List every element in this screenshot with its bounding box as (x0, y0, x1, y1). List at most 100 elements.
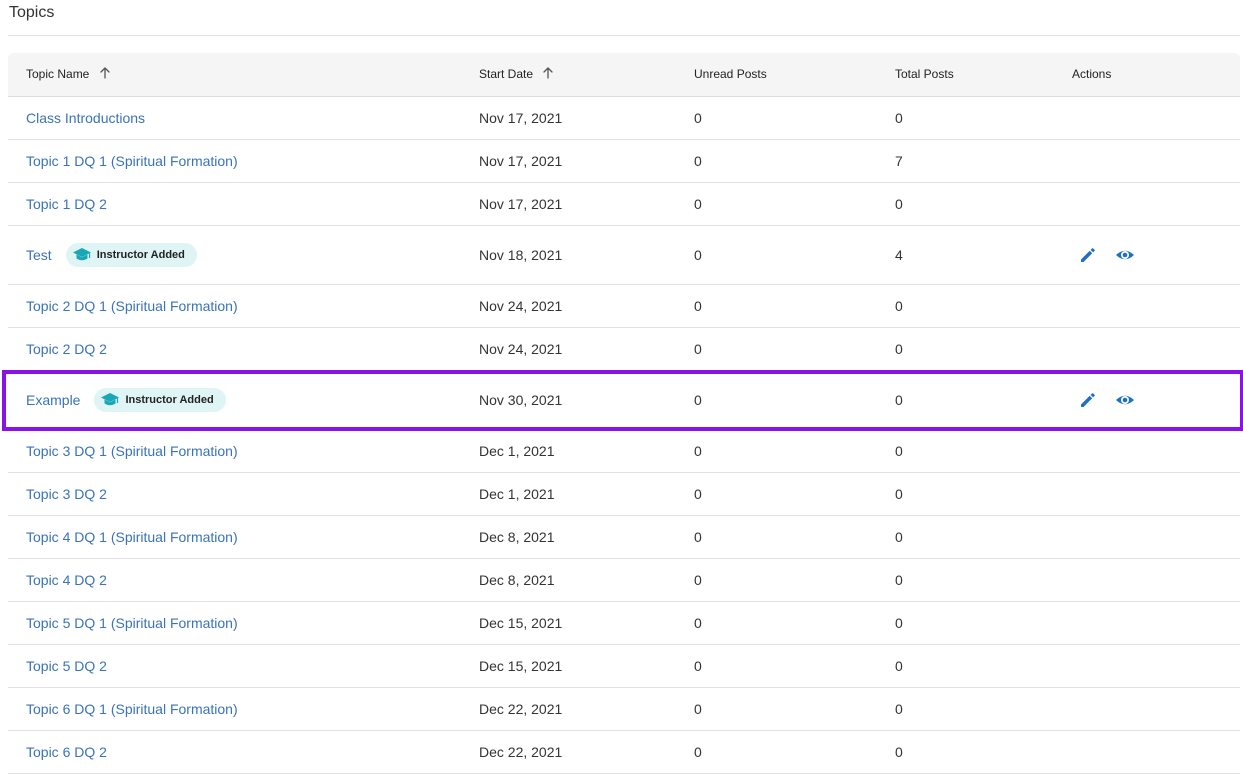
topic-link[interactable]: Topic 5 DQ 2 (26, 658, 107, 674)
topic-link[interactable]: Test (26, 247, 52, 263)
table-row: Topic 2 DQ 1 (Spiritual Formation) Nov 24… (8, 285, 1240, 328)
start-date-cell: Dec 1, 2021 (479, 443, 555, 459)
table-row: Class Introductions Nov 17, 2021 0 0 (8, 97, 1240, 140)
topic-name-cell: Example Instructor Added (26, 371, 226, 429)
topic-link[interactable]: Topic 1 DQ 1 (Spiritual Formation) (26, 153, 238, 169)
arrow-up-icon[interactable] (99, 67, 111, 79)
total-posts-cell: 0 (895, 110, 903, 126)
total-posts-cell: 0 (895, 443, 903, 459)
start-date-cell: Nov 24, 2021 (479, 298, 563, 314)
topic-link[interactable]: Topic 5 DQ 1 (Spiritual Formation) (26, 615, 238, 631)
column-header-label: Topic Name (26, 67, 90, 81)
start-date-cell: Nov 24, 2021 (479, 341, 563, 357)
topic-link[interactable]: Topic 1 DQ 2 (26, 196, 107, 212)
topic-link[interactable]: Topic 3 DQ 2 (26, 486, 107, 502)
table-row: Topic 3 DQ 2 Dec 1, 2021 0 0 (8, 473, 1240, 516)
table-row: Topic 6 DQ 2 Dec 22, 2021 0 0 (8, 731, 1240, 774)
topic-name-cell: Topic 3 DQ 1 (Spiritual Formation) (26, 430, 238, 472)
topics-table: Topic Name Start Date Unread Posts Total… (8, 53, 1240, 774)
table-row: Topic 5 DQ 2 Dec 15, 2021 0 0 (8, 645, 1240, 688)
topic-name-cell: Topic 6 DQ 2 (26, 731, 107, 773)
unread-posts-cell: 0 (694, 443, 702, 459)
table-row: Topic 2 DQ 2 Nov 24, 2021 0 0 (8, 328, 1240, 371)
topic-link[interactable]: Topic 2 DQ 2 (26, 341, 107, 357)
table-body: Class Introductions Nov 17, 2021 0 0 Topic 1… (8, 97, 1240, 774)
start-date-cell: Nov 17, 2021 (479, 196, 563, 212)
topic-name-cell: Topic 2 DQ 2 (26, 328, 107, 370)
start-date-cell: Nov 18, 2021 (479, 247, 563, 263)
total-posts-cell: 0 (895, 392, 903, 408)
arrow-up-icon[interactable] (542, 67, 554, 79)
table-header: Topic Name Start Date Unread Posts Total… (8, 53, 1240, 97)
unread-posts-cell: 0 (694, 196, 702, 212)
start-date-cell: Dec 15, 2021 (479, 658, 563, 674)
topic-link[interactable]: Topic 6 DQ 1 (Spiritual Formation) (26, 701, 238, 717)
unread-posts-cell: 0 (694, 110, 702, 126)
total-posts-cell: 0 (895, 701, 903, 717)
column-header-start-date[interactable]: Start Date (479, 53, 554, 96)
topic-name-cell: Topic 1 DQ 2 (26, 183, 107, 225)
unread-posts-cell: 0 (694, 744, 702, 760)
unread-posts-cell: 0 (694, 615, 702, 631)
unread-posts-cell: 0 (694, 486, 702, 502)
table-row: Topic 6 DQ 1 (Spiritual Formation) Dec 22… (8, 688, 1240, 731)
total-posts-cell: 0 (895, 658, 903, 674)
table-row: Topic 5 DQ 1 (Spiritual Formation) Dec 15… (8, 602, 1240, 645)
topic-link[interactable]: Topic 3 DQ 1 (Spiritual Formation) (26, 443, 238, 459)
actions-cell (1078, 226, 1135, 284)
table-row: Topic 4 DQ 2 Dec 8, 2021 0 0 (8, 559, 1240, 602)
topic-link[interactable]: Topic 6 DQ 2 (26, 744, 107, 760)
start-date-cell: Dec 22, 2021 (479, 701, 563, 717)
column-header-total-posts[interactable]: Total Posts (895, 53, 954, 96)
unread-posts-cell: 0 (694, 572, 702, 588)
column-header-topic-name[interactable]: Topic Name (26, 53, 111, 96)
topic-name-cell: Test Instructor Added (26, 226, 197, 284)
unread-posts-cell: 0 (694, 247, 702, 263)
unread-posts-cell: 0 (694, 298, 702, 314)
table-row: Topic 1 DQ 1 (Spiritual Formation) Nov 17… (8, 140, 1240, 183)
start-date-cell: Dec 15, 2021 (479, 615, 563, 631)
graduation-cap-icon (100, 392, 120, 408)
eye-icon[interactable] (1115, 390, 1135, 410)
topic-name-cell: Topic 5 DQ 2 (26, 645, 107, 687)
total-posts-cell: 0 (895, 486, 903, 502)
table-row: Topic 1 DQ 2 Nov 17, 2021 0 0 (8, 183, 1240, 226)
topic-name-cell: Topic 5 DQ 1 (Spiritual Formation) (26, 602, 238, 644)
title-divider (8, 35, 1240, 36)
start-date-cell: Dec 22, 2021 (479, 744, 563, 760)
topic-name-cell: Topic 1 DQ 1 (Spiritual Formation) (26, 140, 238, 182)
topic-name-cell: Topic 3 DQ 2 (26, 473, 107, 515)
pencil-icon[interactable] (1078, 245, 1098, 265)
actions-cell (1078, 371, 1135, 429)
topic-name-cell: Topic 4 DQ 2 (26, 559, 107, 601)
topic-name-cell: Topic 6 DQ 1 (Spiritual Formation) (26, 688, 238, 730)
topic-name-cell: Topic 2 DQ 1 (Spiritual Formation) (26, 285, 238, 327)
start-date-cell: Dec 8, 2021 (479, 529, 555, 545)
topic-name-cell: Topic 4 DQ 1 (Spiritual Formation) (26, 516, 238, 558)
column-header-label: Start Date (479, 67, 534, 81)
start-date-cell: Dec 1, 2021 (479, 486, 555, 502)
total-posts-cell: 0 (895, 298, 903, 314)
start-date-cell: Dec 8, 2021 (479, 572, 555, 588)
unread-posts-cell: 0 (694, 153, 702, 169)
start-date-cell: Nov 17, 2021 (479, 110, 563, 126)
total-posts-cell: 0 (895, 744, 903, 760)
topic-link[interactable]: Class Introductions (26, 110, 145, 126)
total-posts-cell: 7 (895, 153, 903, 169)
column-header-unread-posts[interactable]: Unread Posts (694, 53, 767, 96)
unread-posts-cell: 0 (694, 658, 702, 674)
table-row: Topic 3 DQ 1 (Spiritual Formation) Dec 1,… (8, 430, 1240, 473)
total-posts-cell: 0 (895, 615, 903, 631)
column-header-actions: Actions (1072, 67, 1112, 81)
pencil-icon[interactable] (1078, 390, 1098, 410)
eye-icon[interactable] (1115, 245, 1135, 265)
instructor-added-badge: Instructor Added (65, 243, 197, 267)
topic-link[interactable]: Example (26, 392, 80, 408)
topic-link[interactable]: Topic 4 DQ 2 (26, 572, 107, 588)
topic-link[interactable]: Topic 4 DQ 1 (Spiritual Formation) (26, 529, 238, 545)
table-row: Example Instructor Added Nov 30, 2021 0 0 (8, 371, 1240, 430)
table-row: Test Instructor Added Nov 18, 2021 0 4 (8, 226, 1240, 285)
page-title: Topics (9, 4, 55, 21)
badge-label: Instructor Added (96, 249, 185, 261)
topic-link[interactable]: Topic 2 DQ 1 (Spiritual Formation) (26, 298, 238, 314)
